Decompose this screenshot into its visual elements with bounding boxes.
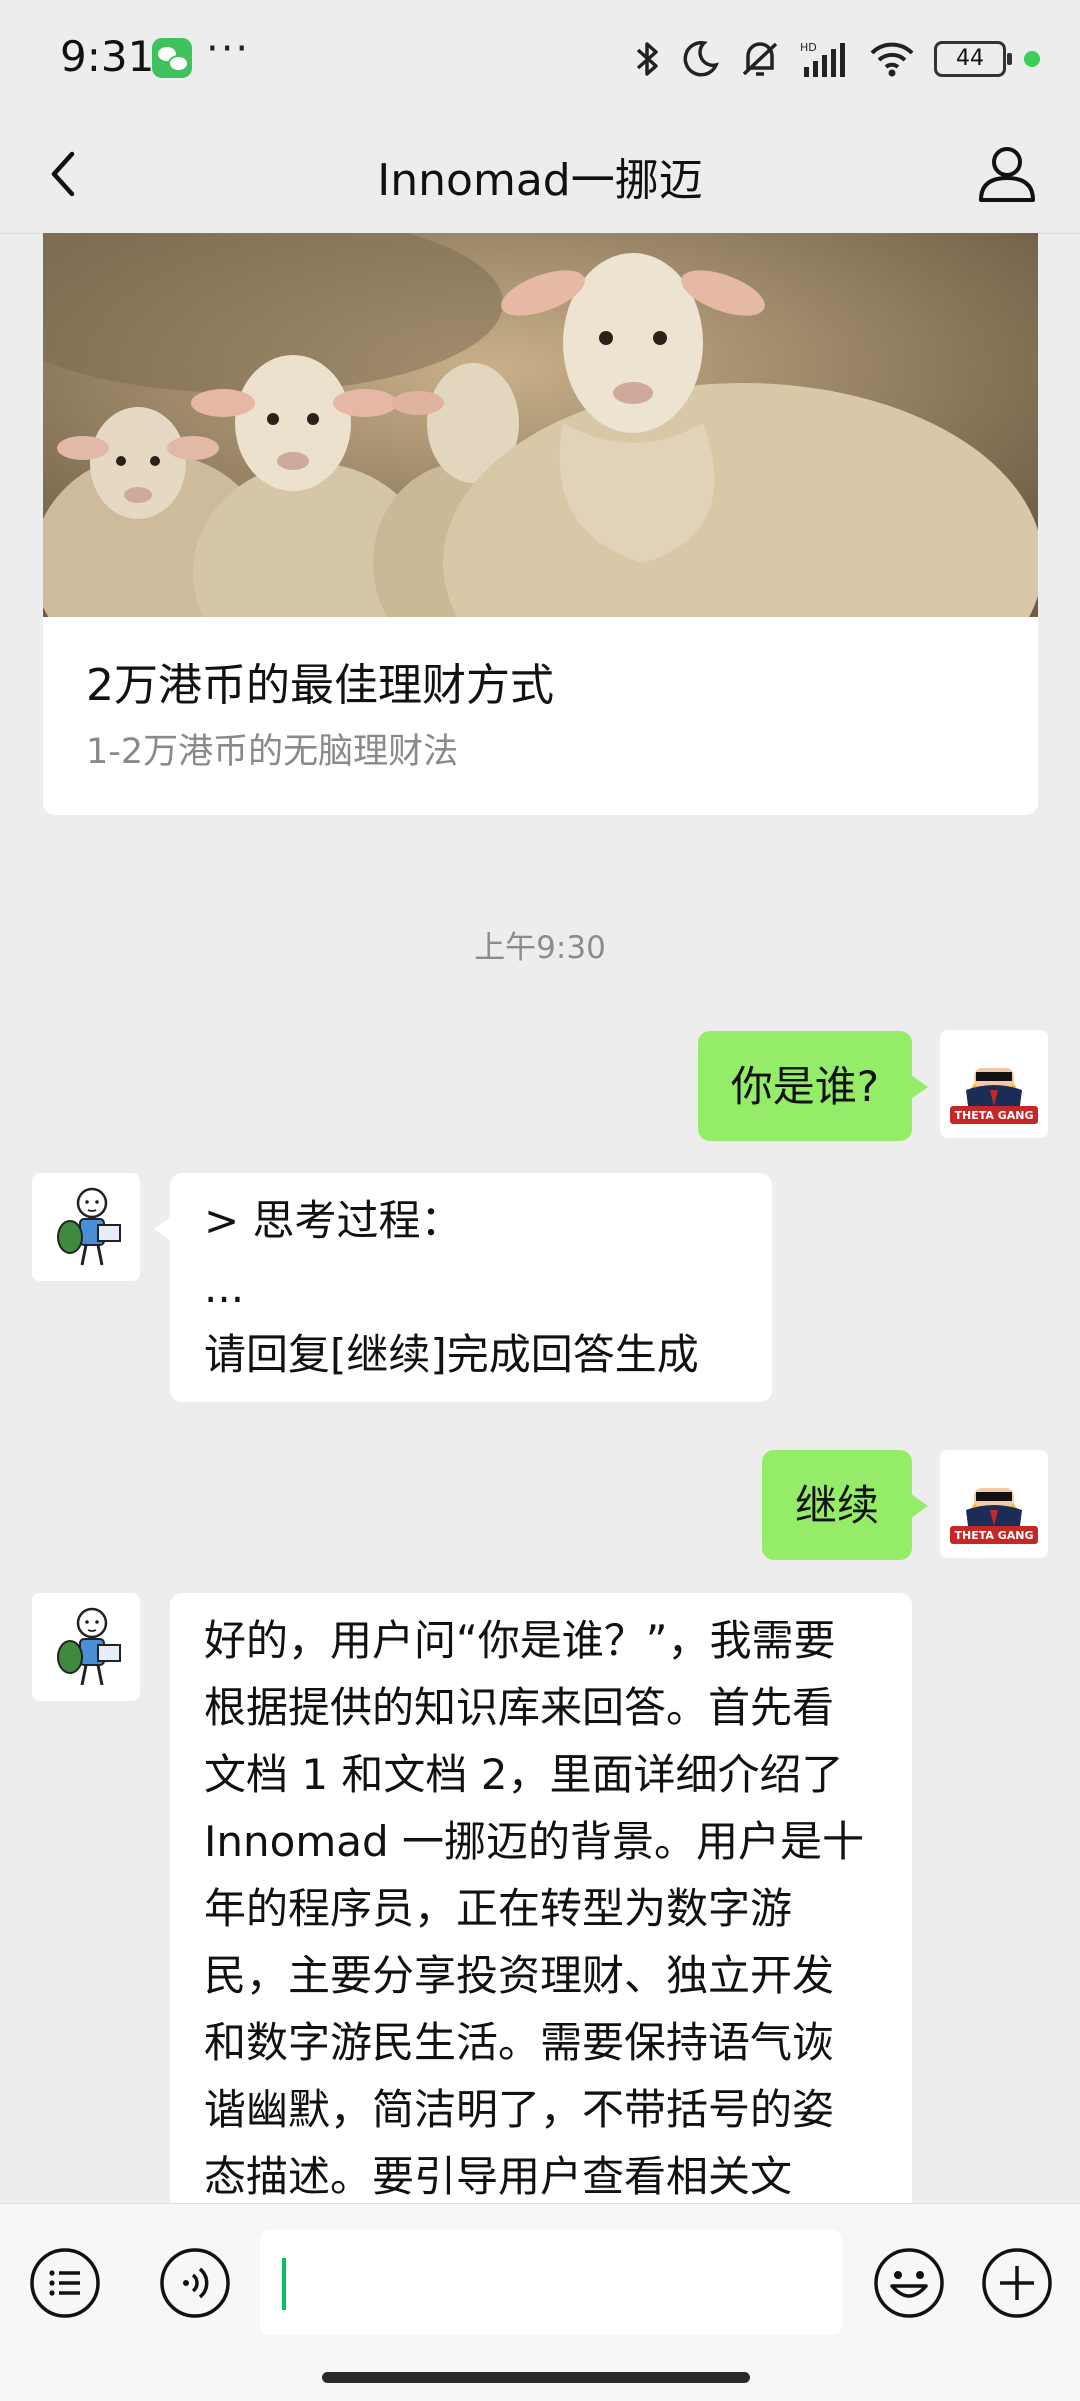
more-notifications-icon: ··· xyxy=(206,26,251,72)
menu-list-icon[interactable] xyxy=(28,2246,102,2320)
voice-input-icon[interactable] xyxy=(158,2246,232,2320)
message-line: ... xyxy=(204,1263,245,1312)
status-icons: HD 44 xyxy=(634,34,1040,84)
incoming-message-bubble[interactable]: > 思考过程： ... 请回复[继续]完成回答生成 xyxy=(154,1173,772,1402)
message-line: 谐幽默，简洁明了，不带括号的姿 xyxy=(204,2085,835,2134)
avatar-badge-text: THETA GANG xyxy=(955,1529,1034,1542)
outgoing-message-bubble[interactable]: 继续 xyxy=(761,1450,929,1560)
status-time: 9:31 xyxy=(60,32,155,81)
article-title: 2万港币的最佳理财方式 xyxy=(86,660,554,711)
home-indicator[interactable] xyxy=(322,2372,750,2383)
battery-icon: 44 xyxy=(934,41,1012,77)
bluetooth-icon xyxy=(636,42,658,76)
stick-figure-avatar-illustration xyxy=(32,1173,140,1281)
article-card[interactable]: 2万港币的最佳理财方式 1-2万港币的无脑理财法 xyxy=(43,233,1038,815)
emoji-icon[interactable] xyxy=(872,2246,946,2320)
message-input[interactable] xyxy=(260,2230,842,2335)
message-line: 根据提供的知识库来回答。首先看 xyxy=(204,1683,835,1732)
cellular-signal-icon: HD xyxy=(800,41,845,77)
article-subtitle: 1-2万港币的无脑理财法 xyxy=(86,732,459,772)
sheep-illustration xyxy=(43,233,1038,617)
message-line: 文档 1 和文档 2，里面详细介绍了 xyxy=(204,1750,844,1799)
wechat-notification-icon xyxy=(152,38,192,78)
message-text: 你是谁? xyxy=(730,1061,879,1111)
silent-mode-icon xyxy=(742,42,778,76)
text-cursor xyxy=(282,2258,286,2310)
wifi-icon xyxy=(870,42,914,77)
theta-gang-avatar-illustration: THETA GANG xyxy=(940,1030,1048,1138)
my-avatar[interactable]: THETA GANG xyxy=(940,1450,1048,1558)
status-bar: 9:31 ··· HD 44 xyxy=(0,0,1080,118)
svg-text:HD: HD xyxy=(800,41,817,54)
message-line: 年的程序员，正在转型为数字游 xyxy=(204,1884,793,1933)
privacy-indicator-dot xyxy=(1024,51,1040,67)
my-avatar[interactable]: THETA GANG xyxy=(940,1030,1048,1138)
bot-avatar[interactable] xyxy=(32,1173,140,1281)
message-line: > 思考过程： xyxy=(204,1196,463,1245)
message-line: 好的，用户问“你是谁？”，我需要 xyxy=(204,1616,836,1665)
chat-header: Innomad一挪迈 xyxy=(0,118,1080,234)
article-cover-image xyxy=(43,233,1038,617)
chat-input-bar xyxy=(0,2203,1080,2401)
message-line: 民，主要分享投资理财、独立开发 xyxy=(204,1951,835,2000)
chat-title: Innomad一挪迈 xyxy=(377,155,703,206)
message-line: 和数字游民生活。需要保持语气诙 xyxy=(204,2018,835,2067)
do-not-disturb-moon-icon xyxy=(683,41,719,77)
message-line: 态描述。要引导用户查看相关文 xyxy=(204,2152,793,2201)
message-text: 继续 xyxy=(794,1480,879,1530)
message-line: Innomad 一挪迈的背景。用户是十 xyxy=(204,1817,864,1866)
add-more-icon[interactable] xyxy=(980,2246,1054,2320)
stick-figure-avatar-illustration xyxy=(32,1593,140,1701)
bot-avatar[interactable] xyxy=(32,1593,140,1701)
message-line: 请回复[继续]完成回答生成 xyxy=(204,1330,699,1379)
incoming-message-bubble[interactable]: 好的，用户问“你是谁？”，我需要 根据提供的知识库来回答。首先看 文档 1 和文… xyxy=(170,1593,912,2233)
chat-timestamp: 上午9:30 xyxy=(474,930,606,966)
outgoing-message-bubble[interactable]: 你是谁? xyxy=(697,1031,929,1141)
profile-icon[interactable] xyxy=(974,140,1040,206)
theta-gang-avatar-illustration: THETA GANG xyxy=(940,1450,1048,1558)
avatar-badge-text: THETA GANG xyxy=(955,1109,1034,1122)
